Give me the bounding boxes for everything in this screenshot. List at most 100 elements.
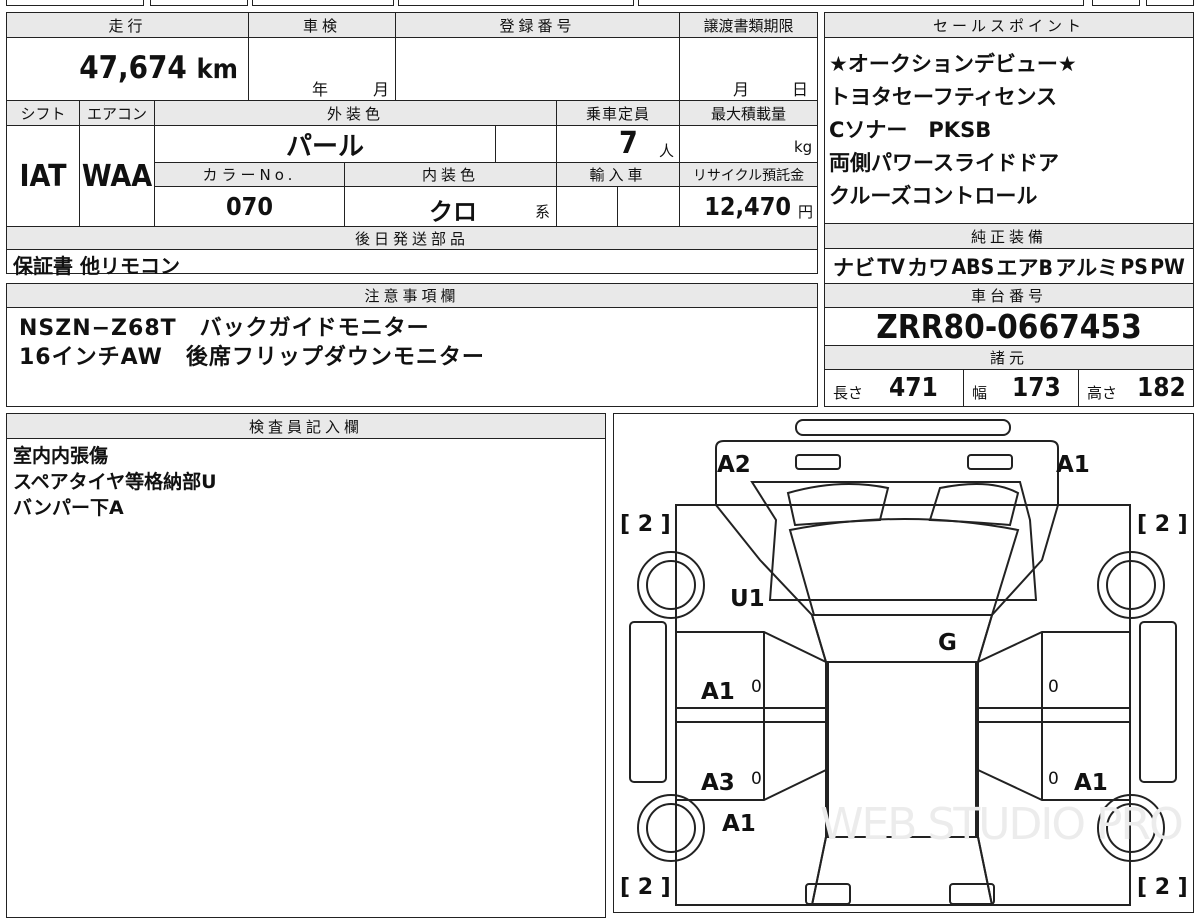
sales-point-item: 両側パワースライドドア xyxy=(829,151,1059,175)
spec-length: 長さ 471 xyxy=(824,369,964,407)
inspector-note: 室内内張傷 xyxy=(13,445,109,467)
exterior-color-header: 外装色 xyxy=(154,100,557,126)
equipment-list: ナビ TV カワ ABS エアB アルミ PS PW xyxy=(824,248,1194,286)
height-label: 高さ xyxy=(1087,384,1118,402)
mileage-value: 47,674 km xyxy=(79,50,238,86)
damage-mark-u1: U1 xyxy=(730,586,765,612)
recycle-fee-cell: 12,470 円 xyxy=(679,186,818,227)
chassis-panel: 車台番号 ZRR80-0667453 諸元 長さ 471 幅 173 高さ 18… xyxy=(824,283,1194,407)
capacity-unit: 人 xyxy=(659,142,675,160)
equipment-item: PS xyxy=(1120,255,1148,279)
equipment-item: カワ xyxy=(907,256,950,280)
deadline-month-unit: 月 xyxy=(733,80,750,99)
inspector-panel: 検査員記入欄 室内内張傷 スペアタイヤ等格納部U バンパー下A xyxy=(6,413,606,918)
damage-mark-a1-left-door: A1 xyxy=(701,679,735,705)
sales-point-item: クルーズコントロール xyxy=(829,184,1038,208)
width-value: 173 xyxy=(1012,373,1061,403)
tire-label: [ 2 ] xyxy=(620,512,671,537)
later-parts-cell: 保証書 他リモコン xyxy=(6,249,818,278)
max-load-header: 最大積載量 xyxy=(679,100,818,126)
watermark: WEB STUDIO PRO xyxy=(820,799,1184,850)
notes-panel: 注意事項欄 NSZN−Z68T バックガイドモニター 16インチAW 後席フリッ… xyxy=(6,283,818,407)
import-cell-b xyxy=(617,186,680,227)
equipment-item: アルミ xyxy=(1055,256,1119,280)
sales-point-item: ★オークションデビュー★ xyxy=(829,52,1077,76)
exterior-color-extra xyxy=(495,125,557,163)
note-line: 16インチAW 後席フリップダウンモニター xyxy=(19,345,485,370)
interior-color-value: クロ xyxy=(429,198,477,226)
damage-mark-a2: A2 xyxy=(717,452,751,478)
chassis-header: 車台番号 xyxy=(824,283,1194,308)
door-zero-label: 0 xyxy=(1048,677,1059,697)
inspection-header: 車検 xyxy=(248,12,396,38)
inspector-header: 検査員記入欄 xyxy=(6,413,606,439)
interior-color-header: 内装色 xyxy=(344,162,557,187)
door-zero-label: 0 xyxy=(751,677,762,697)
capacity-value: 7 xyxy=(619,126,638,161)
max-load-cell: kg xyxy=(679,125,818,163)
capacity-cell: 7 人 xyxy=(556,125,680,163)
damage-mark-a1-left-rear: A1 xyxy=(722,811,756,837)
inspector-note: スペアタイヤ等格納部U xyxy=(13,471,217,493)
capacity-header: 乗車定員 xyxy=(556,100,680,126)
shift-header: シフト xyxy=(6,100,80,126)
registration-cell xyxy=(395,37,680,101)
height-value: 182 xyxy=(1137,373,1186,403)
color-no-value: 070 xyxy=(154,186,345,227)
tire-label: [ 2 ] xyxy=(620,875,671,900)
damage-mark-a3: A3 xyxy=(701,770,735,796)
sales-point-item: Cソナー PKSB xyxy=(829,118,992,142)
recycle-fee-header: リサイクル預託金 xyxy=(679,162,818,187)
chassis-number: ZRR80-0667453 xyxy=(824,307,1194,346)
tire-label: [ 2 ] xyxy=(1137,875,1188,900)
equipment-item: ナビ xyxy=(833,256,875,280)
damage-mark-a1-right-door: A1 xyxy=(1074,770,1108,796)
equipment-item: ABS xyxy=(951,255,995,279)
inspector-note: バンパー下A xyxy=(13,497,124,519)
note-line: NSZN−Z68T バックガイドモニター xyxy=(19,316,430,341)
spec-height: 高さ 182 xyxy=(1078,369,1194,407)
recycle-fee-unit: 円 xyxy=(797,203,813,221)
length-label: 長さ xyxy=(833,384,864,402)
load-unit: kg xyxy=(794,138,813,156)
spec-width: 幅 173 xyxy=(963,369,1079,407)
notes-header: 注意事項欄 xyxy=(6,283,818,308)
tire-label: [ 2 ] xyxy=(1137,512,1188,537)
aircon-header: エアコン xyxy=(79,100,155,126)
door-zero-label: 0 xyxy=(1048,769,1059,789)
deadline-day-unit: 日 xyxy=(792,80,809,99)
damage-diagram: WEB STUDIO PRO A2 A1 U1 G A1 A3 A1 A1 [ … xyxy=(613,413,1194,913)
vehicle-info-grid: 走行 車検 登録番号 譲渡書類期限 47,674 km 年 月 月 日 シフト … xyxy=(6,12,818,278)
mileage-cell: 47,674 km xyxy=(6,37,249,101)
import-header: 輸入車 xyxy=(556,162,680,187)
sales-points-header: セールスポイント xyxy=(824,12,1194,38)
inspection-month-unit: 月 xyxy=(373,80,390,99)
inspection-cell: 年 月 xyxy=(248,37,396,101)
sales-points-panel: セールスポイント ★オークションデビュー★ トヨタセーフティセンス Cソナー P… xyxy=(824,12,1194,286)
import-cell-a xyxy=(556,186,618,227)
specs-header: 諸元 xyxy=(824,345,1194,370)
equipment-item: TV xyxy=(877,255,905,279)
equipment-header: 純正装備 xyxy=(824,223,1194,249)
exterior-color-value: パール xyxy=(154,125,496,163)
door-zero-label: 0 xyxy=(751,769,762,789)
mileage-header: 走行 xyxy=(6,12,249,38)
length-value: 471 xyxy=(889,373,938,403)
damage-mark-a1-front: A1 xyxy=(1056,452,1090,478)
interior-color-cell: クロ 系 xyxy=(344,186,557,227)
width-label: 幅 xyxy=(972,384,988,402)
equipment-item: PW xyxy=(1150,255,1185,279)
notes-body: NSZN−Z68T バックガイドモニター 16インチAW 後席フリップダウンモニ… xyxy=(6,307,818,407)
transfer-deadline-cell: 月 日 xyxy=(679,37,818,101)
damage-mark-g: G xyxy=(938,630,957,656)
sales-point-item: トヨタセーフティセンス xyxy=(829,85,1058,109)
color-no-header: カラーNo. xyxy=(154,162,345,187)
recycle-fee-value: 12,470 xyxy=(704,192,791,221)
later-parts-header: 後日発送部品 xyxy=(6,226,818,250)
sales-points-list: ★オークションデビュー★ トヨタセーフティセンス Cソナー PKSB 両側パワー… xyxy=(824,37,1194,224)
inspection-year-unit: 年 xyxy=(312,80,329,99)
equipment-item: エアB xyxy=(996,256,1053,280)
inspector-body: 室内内張傷 スペアタイヤ等格納部U バンパー下A xyxy=(6,438,606,918)
registration-header: 登録番号 xyxy=(395,12,680,38)
top-strip xyxy=(0,0,1200,8)
